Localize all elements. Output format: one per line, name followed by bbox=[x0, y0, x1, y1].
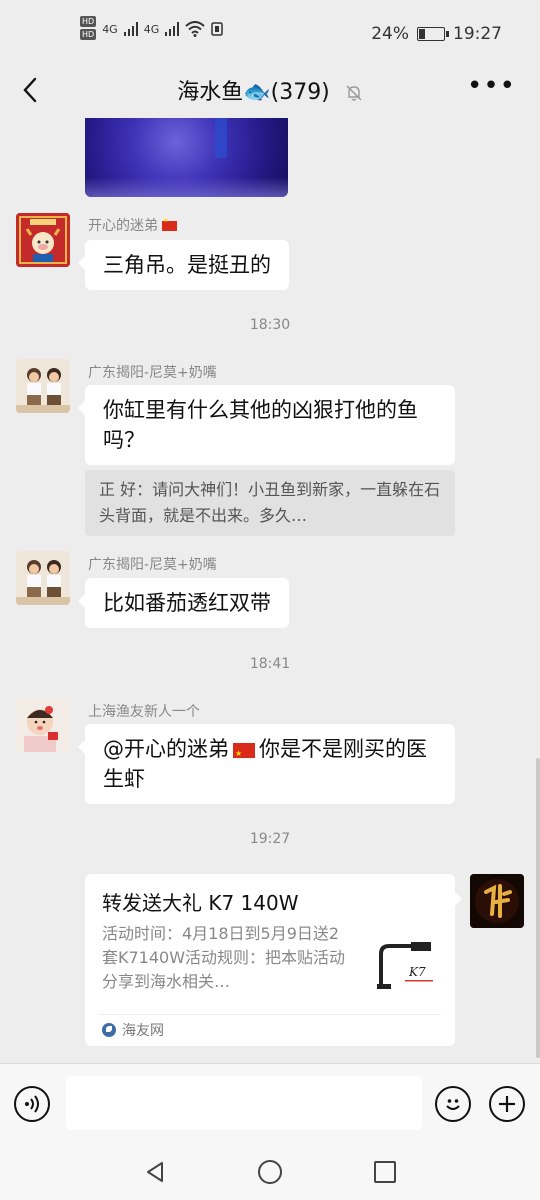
lamp-thumbnail-icon: K7 bbox=[375, 934, 437, 996]
card-source: 海友网 bbox=[102, 1020, 164, 1040]
avatar[interactable] bbox=[16, 213, 70, 267]
message-input[interactable] bbox=[66, 1076, 422, 1130]
chat-area[interactable]: 开心的迷弟 三角吊。是挺丑的 18:30 广东揭阳-尼莫+奶嘴 你缸里有什么其他… bbox=[0, 118, 540, 1063]
signal-group: HD HD 4G 4G bbox=[80, 16, 223, 42]
message-bubble[interactable]: 比如番茄透红双带 bbox=[78, 578, 289, 628]
source-logo-icon bbox=[102, 1023, 116, 1037]
baby-avatar-icon bbox=[16, 698, 70, 752]
timestamp: 19:27 bbox=[249, 831, 291, 847]
message-bubble[interactable]: 三角吊。是挺丑的 bbox=[78, 240, 289, 290]
signal-icon bbox=[123, 22, 138, 36]
signal-icon-2 bbox=[165, 22, 180, 36]
scrollbar[interactable] bbox=[536, 758, 540, 1058]
china-flag-icon bbox=[233, 739, 255, 769]
avatar[interactable] bbox=[16, 359, 70, 413]
sender-name: 上海渔友新人一个 bbox=[88, 704, 200, 720]
shared-link-card[interactable]: 转发送大礼 K7 140W 活动时间：4月18日到5月9日送2套K7140W活动… bbox=[85, 874, 462, 1046]
plus-button[interactable] bbox=[489, 1086, 525, 1122]
more-dots-icon[interactable]: ••• bbox=[467, 73, 516, 99]
voice-icon bbox=[25, 1095, 39, 1113]
avatar-self[interactable] bbox=[470, 874, 524, 928]
card-title: 转发送大礼 K7 140W bbox=[102, 891, 299, 915]
square-recents-icon bbox=[374, 1161, 396, 1183]
battery-icon bbox=[417, 27, 449, 41]
quoted-message[interactable]: 正 好：请问大神们！小丑鱼到新家，一直躲在石头背面，就是不出来。多久… bbox=[85, 470, 455, 536]
svg-text:K7: K7 bbox=[408, 965, 426, 979]
title-bar: 海水鱼🐟(379) ••• bbox=[0, 62, 540, 118]
emoji-button[interactable] bbox=[435, 1086, 471, 1122]
input-bar bbox=[0, 1063, 540, 1143]
clock: 19:27 bbox=[453, 24, 502, 44]
status-right: 24% 19:27 bbox=[371, 24, 502, 44]
bell-off-icon bbox=[346, 85, 362, 101]
battery-fill bbox=[419, 29, 425, 39]
sword-logo-icon bbox=[470, 874, 524, 928]
circle-home-icon bbox=[258, 1160, 282, 1184]
sender-name: 开心的迷弟 bbox=[88, 215, 177, 235]
triangle-back-icon bbox=[147, 1162, 163, 1182]
image-message[interactable] bbox=[85, 118, 288, 197]
nav-back-button[interactable] bbox=[142, 1159, 168, 1185]
hd-badge-2: HD bbox=[80, 29, 97, 40]
ox-avatar-icon bbox=[16, 213, 70, 267]
emoji-icon bbox=[446, 1099, 460, 1110]
sender-name: 广东揭阳-尼莫+奶嘴 bbox=[88, 557, 217, 573]
message-bubble[interactable]: @开心的迷弟你是不是刚买的医生虾 bbox=[78, 724, 455, 804]
card-description: 活动时间：4月18日到5月9日送2套K7140W活动规则：把本贴活动分享到海水相… bbox=[102, 924, 346, 991]
message-bubble[interactable]: 你缸里有什么其他的凶狠打他的鱼吗？ bbox=[78, 385, 455, 465]
nav-home-button[interactable] bbox=[257, 1159, 283, 1185]
card-source-label: 海友网 bbox=[122, 1023, 164, 1039]
nfc-icon bbox=[211, 22, 223, 36]
mention[interactable]: @开心的迷弟 bbox=[103, 737, 229, 761]
timestamp: 18:41 bbox=[249, 656, 291, 672]
hd-badge-1: HD bbox=[80, 16, 97, 27]
wifi-icon bbox=[185, 21, 205, 37]
kids-avatar-icon bbox=[16, 359, 70, 413]
voice-button[interactable] bbox=[14, 1086, 50, 1122]
china-flag-icon bbox=[162, 217, 177, 231]
network-4g-2: 4G bbox=[143, 22, 160, 36]
avatar[interactable] bbox=[16, 551, 70, 605]
battery-percent: 24% bbox=[371, 24, 409, 44]
kids-avatar-icon bbox=[16, 551, 70, 605]
hd-badges: HD HD bbox=[80, 16, 97, 42]
sender-label: 开心的迷弟 bbox=[88, 218, 158, 234]
chat-title-row: 海水鱼🐟(379) bbox=[0, 74, 540, 106]
nav-recents-button[interactable] bbox=[372, 1159, 398, 1185]
status-bar: HD HD 4G 4G 24% 19:27 bbox=[0, 0, 540, 62]
timestamp: 18:30 bbox=[249, 317, 291, 333]
sender-name: 广东揭阳-尼莫+奶嘴 bbox=[88, 365, 217, 381]
network-4g-1: 4G bbox=[102, 22, 118, 36]
card-divider bbox=[99, 1014, 441, 1015]
avatar[interactable] bbox=[16, 698, 70, 752]
system-nav-bar bbox=[0, 1143, 540, 1200]
chat-title: 海水鱼🐟(379) bbox=[177, 80, 330, 105]
plus-icon bbox=[499, 1096, 515, 1112]
